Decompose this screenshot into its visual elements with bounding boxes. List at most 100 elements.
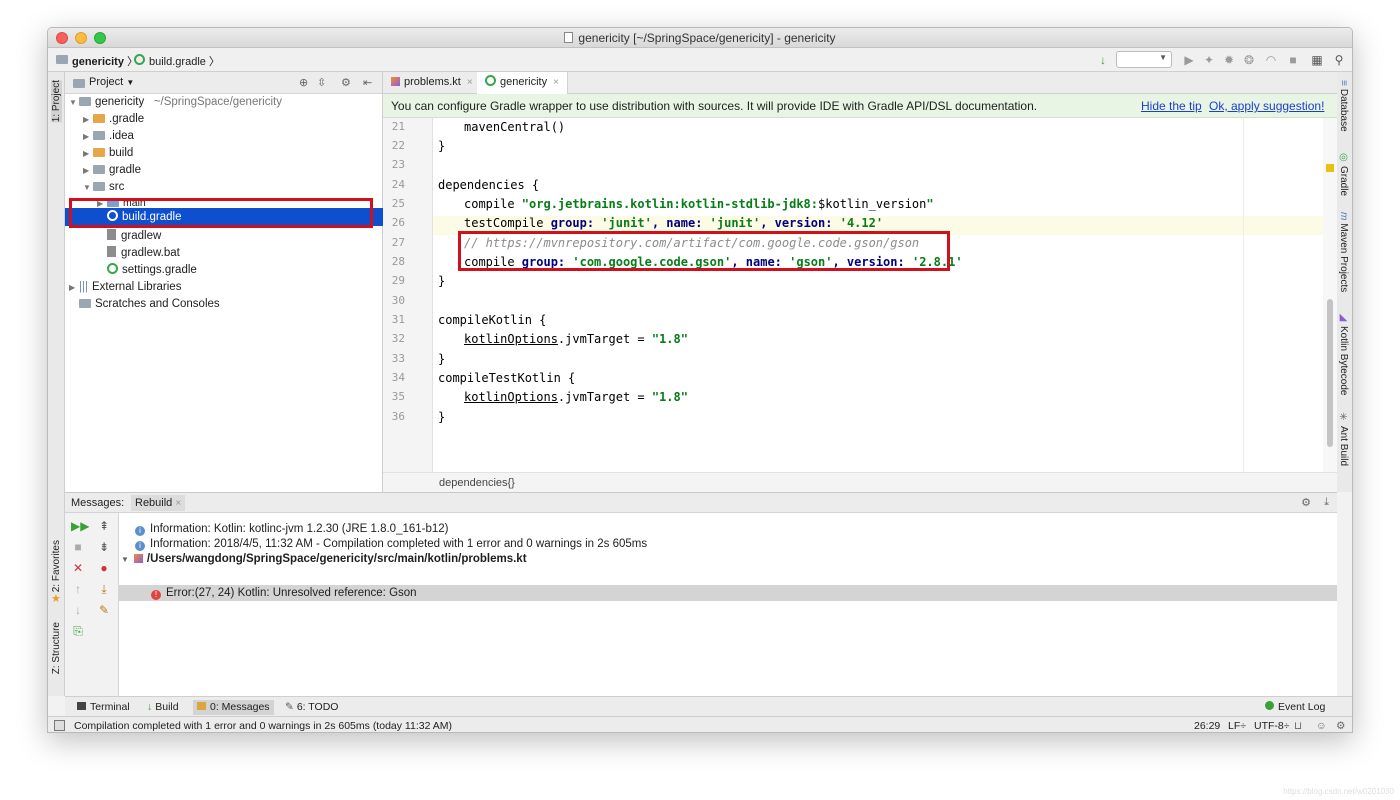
tree-item-gradle[interactable]: ▶ gradle xyxy=(83,162,141,179)
collapse-all-icon[interactable]: ⇳ xyxy=(317,76,326,89)
line-separator[interactable]: LF÷ xyxy=(1228,720,1246,732)
export-icon[interactable]: ⤓ xyxy=(97,582,111,596)
settings-gear-icon[interactable]: ⚙ xyxy=(341,76,351,89)
lock-icon[interactable]: ⊔ xyxy=(1294,720,1302,732)
build-project-icon[interactable]: ↓ xyxy=(1096,53,1110,67)
close-tab-icon[interactable]: × xyxy=(553,77,559,88)
maven-icon: m xyxy=(1338,212,1349,221)
tree-item-settings-gradle[interactable]: settings.gradle xyxy=(97,262,197,279)
toggle-tool-windows-icon[interactable] xyxy=(54,720,65,731)
code-line: } xyxy=(438,352,446,366)
code-area[interactable]: mavenCentral() } dependencies { compile … xyxy=(438,118,1337,472)
hide-tip-link[interactable]: Hide the tip xyxy=(1141,99,1202,113)
kotlin-icon: ◣ xyxy=(1338,312,1349,323)
stop-icon[interactable]: ■ xyxy=(71,540,85,554)
tree-item-gradlew[interactable]: gradlew xyxy=(97,228,161,245)
tab-genericity[interactable]: genericity × xyxy=(477,72,568,94)
tab-terminal[interactable]: Terminal xyxy=(73,700,134,715)
kotlin-bytecode-tool-tab[interactable]: ◣Kotlin Bytecode xyxy=(1338,312,1349,396)
excluded-folder-icon xyxy=(93,148,105,157)
settings-gear-icon[interactable]: ⚙ xyxy=(1301,496,1311,509)
search-everywhere-icon[interactable]: ⚲ xyxy=(1332,53,1346,67)
rerun-icon[interactable]: ▶▶ xyxy=(71,519,89,533)
hide-panel-icon[interactable]: ⤓ xyxy=(1324,496,1329,509)
tree-item-idea[interactable]: ▶ .idea xyxy=(83,128,134,145)
inspector-icon[interactable]: ☺ xyxy=(1316,720,1327,732)
line-number: 30 xyxy=(391,294,405,307)
tab-build[interactable]: ↓ Build xyxy=(143,700,183,715)
close-icon[interactable]: ✕ xyxy=(71,561,85,575)
breadcrumb-project[interactable]: genericity 〉 xyxy=(72,53,138,69)
tree-item-dot-gradle[interactable]: ▶ .gradle xyxy=(83,111,144,128)
expand-all-icon[interactable]: ⇞ xyxy=(97,519,111,533)
project-view-select[interactable]: Project ▼ xyxy=(89,76,134,88)
line-number: 36 xyxy=(391,410,405,423)
favorites-tool-tab[interactable]: 2: Favorites xyxy=(51,540,62,592)
editor-scroll-thumb[interactable] xyxy=(1327,299,1333,447)
tree-root[interactable]: ▼ genericity ~/SpringSpace/genericity xyxy=(69,94,282,111)
maven-tool-tab[interactable]: mMaven Projects xyxy=(1338,212,1349,292)
tree-item-build[interactable]: ▶ build xyxy=(83,145,133,162)
gradle-tool-tab[interactable]: ◎Gradle xyxy=(1338,152,1349,196)
caret-position[interactable]: 26:29 xyxy=(1194,720,1220,732)
messages-icon xyxy=(197,702,206,710)
tab-problems-kt[interactable]: problems.kt × xyxy=(383,72,482,94)
event-log-button[interactable]: Event Log xyxy=(1261,700,1329,715)
folder-icon xyxy=(93,165,105,174)
collapse-all-icon[interactable]: ⇟ xyxy=(97,540,111,554)
close-tab-icon[interactable]: × xyxy=(175,498,181,509)
info-icon: i xyxy=(135,526,145,536)
line-number: 26 xyxy=(391,216,405,229)
line-number-gutter: 21 22 23 24 25 26 27 28 29 30 31 32 33 3… xyxy=(383,118,433,472)
export-to-text-icon[interactable]: ⎘ xyxy=(71,624,85,638)
database-icon: ≡ xyxy=(1338,80,1349,86)
coverage-icon[interactable]: ✹ xyxy=(1222,53,1236,67)
stop-icon[interactable]: ■ xyxy=(1286,53,1300,67)
message-error[interactable]: ! Error:(27, 24) Kotlin: Unresolved refer… xyxy=(151,585,417,601)
message-info[interactable]: i Information: 2018/4/5, 11:32 AM - Compi… xyxy=(135,536,647,552)
breadcrumb-file[interactable]: build.gradle 〉 xyxy=(149,53,220,69)
annotation-red-box xyxy=(69,198,373,228)
todo-icon: ✎ xyxy=(285,701,294,713)
warning-marker-icon[interactable] xyxy=(1326,164,1334,172)
ant-build-tool-tab[interactable]: ✳Ant Build xyxy=(1338,412,1349,466)
hide-panel-icon[interactable]: ⇤ xyxy=(363,76,372,89)
tab-rebuild[interactable]: Rebuild × xyxy=(131,495,186,511)
error-filter-icon[interactable]: ● xyxy=(97,561,111,575)
run-icon[interactable]: ▶ xyxy=(1182,53,1196,67)
apply-suggestion-link[interactable]: Ok, apply suggestion! xyxy=(1209,99,1324,113)
collapsed-arrow-icon: ▶ xyxy=(83,132,90,141)
navigation-bar: genericity 〉 build.gradle 〉 ↓ ▼ ▶ ✦ ✹ ❂ … xyxy=(48,48,1352,72)
file-encoding[interactable]: UTF-8÷ xyxy=(1254,720,1290,732)
message-info[interactable]: i Information: Kotlin: kotlinc-jvm 1.2.30… xyxy=(135,521,449,537)
tree-item-src[interactable]: ▼ src xyxy=(83,179,124,196)
tree-item-scratches[interactable]: Scratches and Consoles xyxy=(69,296,220,313)
settings-icon[interactable]: ⚙ xyxy=(1336,720,1345,732)
expanded-arrow-icon: ▼ xyxy=(69,98,77,107)
left-tool-strip: 1: Project 2: Favorites ★ Z: Structure xyxy=(48,72,65,696)
star-icon: ★ xyxy=(51,593,61,605)
tree-item-external-libraries[interactable]: ▶ ||| External Libraries xyxy=(69,279,181,296)
database-tool-tab[interactable]: ≡Database xyxy=(1338,80,1349,132)
previous-message-icon[interactable]: ↑ xyxy=(71,582,85,596)
message-file[interactable]: ▼/Users/wangdong/SpringSpace/genericity/… xyxy=(121,551,527,567)
structure-tool-tab[interactable]: Z: Structure xyxy=(51,622,62,674)
gradle-icon: ◎ xyxy=(1338,152,1349,163)
right-tool-strip: ≡Database ◎Gradle mMaven Projects ◣Kotli… xyxy=(1335,72,1352,492)
tree-item-gradlew-bat[interactable]: gradlew.bat xyxy=(97,245,180,262)
run-configuration-select[interactable]: ▼ xyxy=(1116,51,1172,68)
debug-icon[interactable]: ✦ xyxy=(1202,53,1216,67)
project-structure-icon[interactable]: ▦ xyxy=(1310,53,1324,67)
attach-debugger-icon[interactable]: ◠ xyxy=(1264,53,1278,67)
locate-file-icon[interactable]: ⊕ xyxy=(299,76,308,89)
next-message-icon[interactable]: ↓ xyxy=(71,603,85,617)
profile-icon[interactable]: ❂ xyxy=(1242,53,1256,67)
close-tab-icon[interactable]: × xyxy=(467,77,473,88)
structure-breadcrumb[interactable]: dependencies{} xyxy=(439,477,515,489)
project-folder-icon xyxy=(56,55,68,64)
project-tool-tab[interactable]: 1: Project xyxy=(51,80,62,123)
tab-messages[interactable]: 0: Messages xyxy=(193,700,274,715)
tab-todo[interactable]: ✎ 6: TODO xyxy=(281,700,342,715)
wrench-icon[interactable]: ✎ xyxy=(97,603,111,617)
project-view-icon xyxy=(73,79,85,88)
